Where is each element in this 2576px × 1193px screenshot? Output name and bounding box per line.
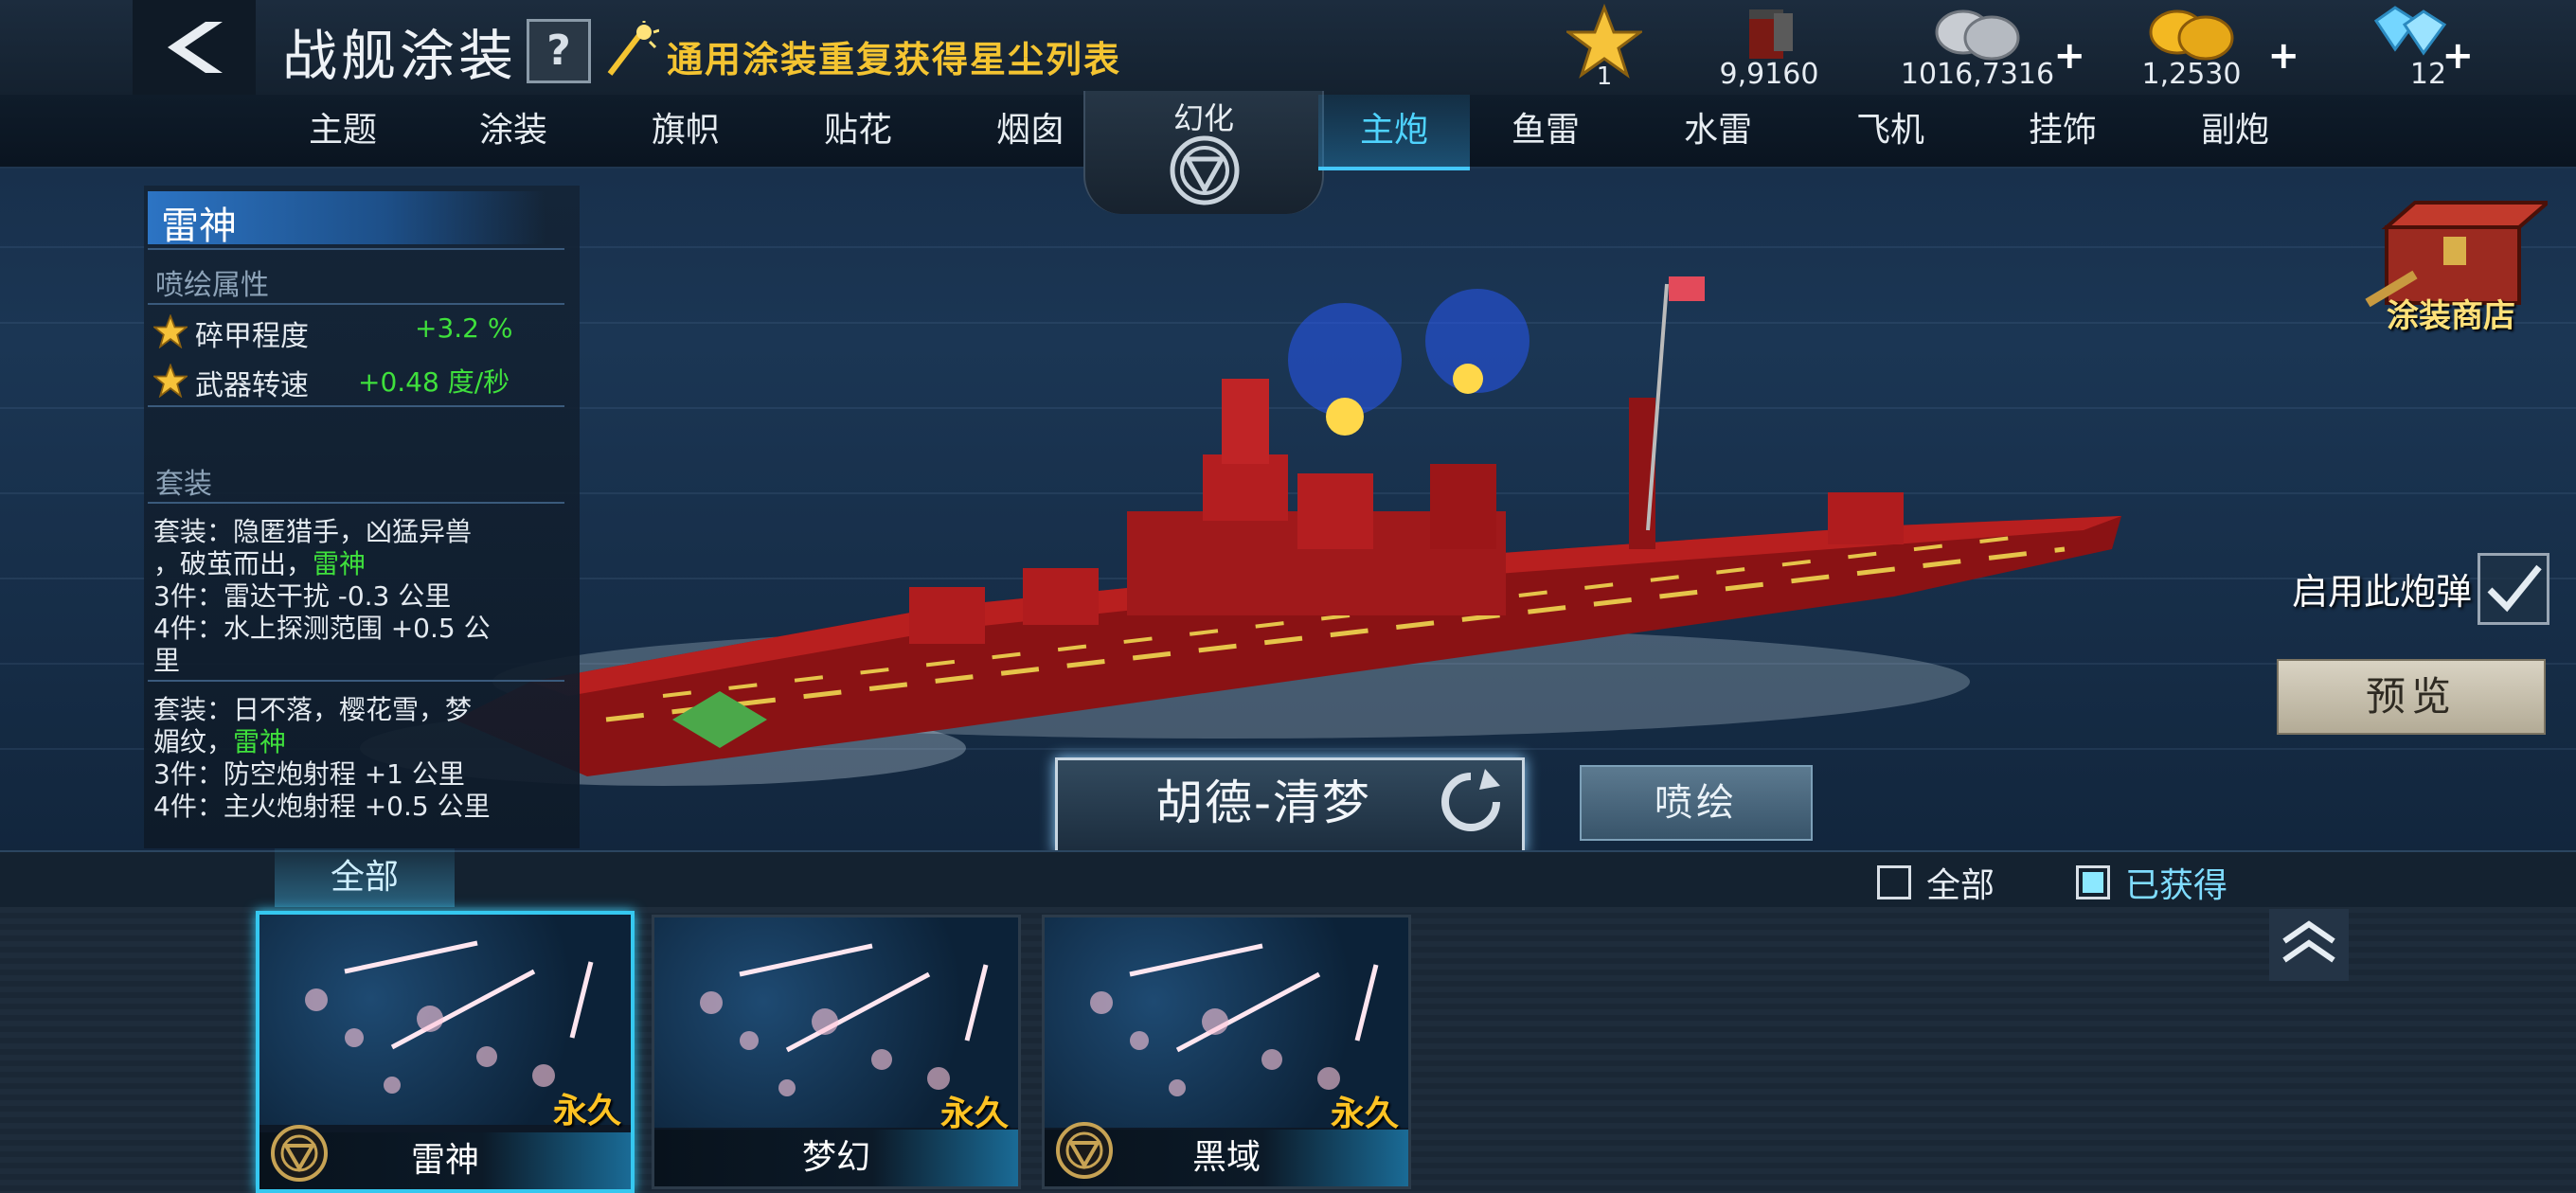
skin-card[interactable]: 永久 雷神	[256, 911, 635, 1193]
set1-line: 4件：水上探测范围 +0.5 公	[153, 613, 491, 644]
tab-theme[interactable]: 主题	[267, 95, 419, 167]
illusion-badge-icon	[1056, 1122, 1113, 1179]
gold-coins-icon	[2149, 9, 2234, 61]
divider	[148, 248, 564, 250]
attr-value: +0.48 度/秒	[358, 366, 510, 398]
paint-resource: 9,9160	[1674, 0, 1864, 95]
illusion-badge-icon	[271, 1125, 328, 1182]
switch-ship-icon[interactable]	[1438, 769, 1504, 835]
preview-button[interactable]: 预览	[2277, 659, 2546, 735]
skin-card[interactable]: 永久 黑域	[1042, 915, 1411, 1189]
enable-shell-label: 启用此炮弹	[2292, 571, 2473, 613]
collapse-button[interactable]	[2269, 909, 2349, 981]
illusion-emblem-icon	[1170, 135, 1240, 205]
paint-shop-label: 涂装商店	[2387, 297, 2515, 335]
skin-card-name: 梦幻	[654, 1130, 1018, 1186]
enable-shell-checkbox[interactable]	[2478, 553, 2549, 625]
tab-mine[interactable]: 水雷	[1642, 95, 1794, 167]
tab-all-skins[interactable]: 全部	[275, 848, 455, 907]
filter-all-label[interactable]: 全部	[1926, 858, 1995, 907]
divider	[148, 680, 564, 682]
gold-resource[interactable]: 1,2530 +	[2097, 0, 2299, 95]
skin-name-header: 雷神	[148, 191, 546, 248]
double-chevron-up-icon	[2282, 920, 2335, 963]
spray-button[interactable]: 喷绘	[1580, 765, 1813, 841]
diamond-resource[interactable]: 12 +	[2315, 0, 2504, 95]
set-header: 套装	[155, 468, 212, 501]
permanent-tag: 永久	[552, 1092, 621, 1131]
tab-illusion[interactable]: 幻化	[1083, 91, 1324, 214]
ship-name: 胡德-清梦	[1154, 775, 1372, 830]
star-icon	[153, 314, 188, 348]
firework-icon	[607, 21, 659, 76]
divider	[148, 405, 564, 407]
star-resource: 1	[1510, 0, 1699, 95]
permanent-tag: 永久	[939, 1095, 1009, 1133]
attr-header: 喷绘属性	[155, 269, 269, 302]
tab-illusion-label: 幻化	[1172, 100, 1234, 136]
help-button[interactable]: ?	[527, 19, 591, 83]
filter-owned-label[interactable]: 已获得	[2125, 858, 2227, 907]
attr-value: +3.2 %	[415, 312, 513, 344]
tab-secondary-gun[interactable]: 副炮	[2159, 95, 2311, 167]
tab-flag[interactable]: 旗帜	[610, 95, 761, 167]
divider	[148, 303, 564, 305]
tab-decal[interactable]: 贴花	[782, 95, 934, 167]
divider	[148, 502, 564, 504]
tab-aircraft[interactable]: 飞机	[1815, 95, 1966, 167]
tab-ornament[interactable]: 挂饰	[1987, 95, 2138, 167]
skin-card[interactable]: 永久 梦幻	[652, 915, 1021, 1189]
skin-info-panel: 雷神 喷绘属性 碎甲程度 +3.2 % 武器转速 +0.48 度/秒 套装 套装…	[144, 186, 580, 848]
attr-label: 碎甲程度	[195, 320, 309, 353]
stardust-list-link[interactable]: 通用涂装重复获得星尘列表	[667, 30, 1121, 82]
filter-all-checkbox[interactable]	[1877, 865, 1911, 899]
silver-resource[interactable]: 1016,7316 +	[1883, 0, 2085, 95]
tab-paint[interactable]: 涂装	[438, 95, 589, 167]
page-title: 战舰涂装	[282, 24, 518, 88]
checkmark-icon	[2487, 564, 2542, 613]
back-button[interactable]	[133, 0, 256, 95]
filter-owned-checkbox[interactable]	[2076, 865, 2110, 899]
skin-name: 雷神	[161, 205, 237, 248]
tab-torpedo[interactable]: 鱼雷	[1470, 95, 1621, 167]
permanent-tag: 永久	[1330, 1095, 1399, 1133]
attr-label: 武器转速	[195, 369, 309, 402]
tab-main-gun[interactable]: 主炮	[1318, 95, 1470, 170]
star-icon	[153, 364, 188, 398]
paint-bucket-icon	[1749, 9, 1793, 59]
set2-line: 4件：主火炮射程 +0.5 公里	[153, 791, 491, 822]
chevron-left-icon	[168, 22, 223, 73]
set1-line: 里	[153, 645, 181, 676]
silver-coins-icon	[1935, 9, 2020, 61]
